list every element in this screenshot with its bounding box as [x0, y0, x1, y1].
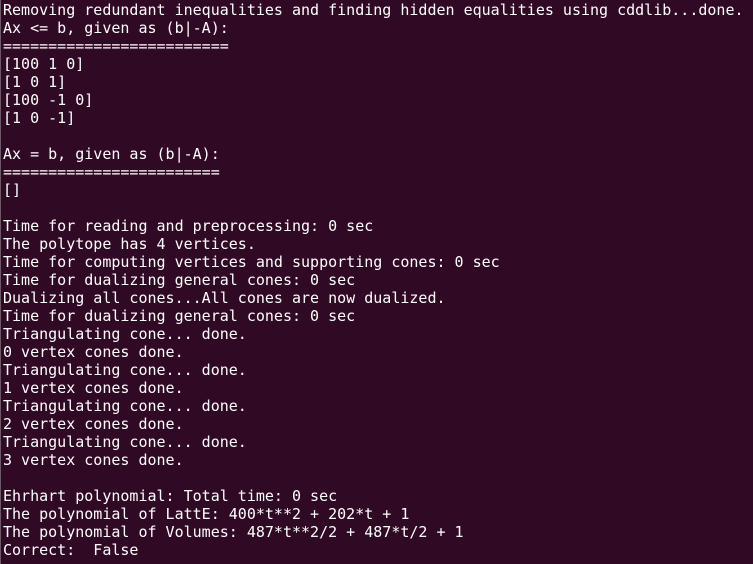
terminal-line: The polynomial of Volumes: 487*t**2/2 + … — [3, 523, 464, 541]
terminal-line: The polynomial of LattE: 400*t**2 + 202*… — [3, 505, 410, 523]
terminal-line: The polytope has 4 vertices. — [3, 235, 256, 253]
terminal-line: Time for dualizing general cones: 0 sec — [3, 271, 356, 289]
terminal-line: Time for computing vertices and supporti… — [3, 253, 500, 271]
window-edge — [0, 0, 1, 564]
terminal-line: Removing redundant inequalities and find… — [3, 1, 744, 19]
terminal-line: Triangulating cone... done. — [3, 397, 247, 415]
terminal-line: 2 vertex cones done. — [3, 415, 184, 433]
terminal-line: Ax <= b, given as (b|-A): — [3, 19, 229, 37]
terminal-output[interactable]: Removing redundant inequalities and find… — [3, 1, 744, 559]
terminal-line: ======================== — [3, 163, 220, 181]
terminal-line: [] — [3, 181, 22, 199]
terminal-line: 1 vertex cones done. — [3, 379, 184, 397]
terminal-line: [100 1 0] — [3, 55, 85, 73]
terminal-line: [1 0 -1] — [3, 109, 76, 127]
terminal-line: Triangulating cone... done. — [3, 325, 247, 343]
terminal-line: Ax = b, given as (b|-A): — [3, 145, 220, 163]
terminal-line: ========================= — [3, 37, 229, 55]
terminal-line: 0 vertex cones done. — [3, 343, 184, 361]
terminal-line: Triangulating cone... done. — [3, 361, 247, 379]
terminal-line: 3 vertex cones done. — [3, 451, 184, 469]
terminal-line: [1 0 1] — [3, 73, 67, 91]
terminal-line: [100 -1 0] — [3, 91, 94, 109]
terminal-line: Time for dualizing general cones: 0 sec — [3, 307, 356, 325]
terminal-line: Ehrhart polynomial: Total time: 0 sec — [3, 487, 338, 505]
terminal-line: Dualizing all cones...All cones are now … — [3, 289, 446, 307]
terminal-line: Time for reading and preprocessing: 0 se… — [3, 217, 374, 235]
terminal-line: Correct: False — [3, 541, 139, 559]
terminal-line: Triangulating cone... done. — [3, 433, 247, 451]
